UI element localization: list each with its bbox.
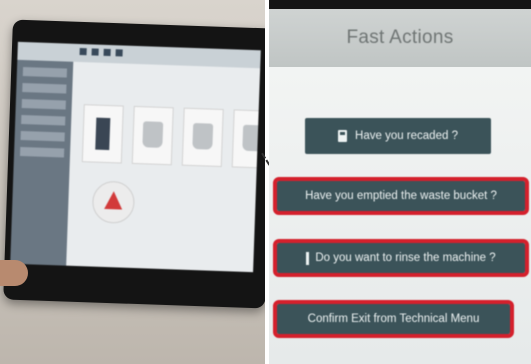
toolbar-icon [115,49,123,57]
screen-main [72,68,261,266]
bucket-card [231,109,261,169]
bucket-icon [142,121,164,148]
machine-card [81,104,124,164]
confirm-exit-button[interactable]: Confirm Exit from Technical Menu [273,300,514,338]
sidebar-row [21,114,66,126]
rinse-machine-label: Do you want to rinse the machine ? [315,252,496,264]
finger [0,260,28,286]
toolbar-icons [79,47,123,57]
fuel-pump-icon [338,130,348,142]
bucket-card [181,107,224,168]
alert-triangle-icon [104,190,123,210]
panel-top-bar [269,0,531,9]
sidebar-row [22,67,68,78]
sidebar-row [20,130,65,142]
bucket-card [131,105,174,166]
machine-icon [95,117,111,151]
bucket-icon [192,122,214,150]
panel-title: Fast Actions [346,27,454,48]
recharged-button[interactable]: Have you recaded ? [305,118,491,154]
waste-bucket-button[interactable]: Have you emptied the waste bucket ? [273,177,529,215]
toolbar-icon [79,47,87,56]
waste-bucket-label: Have you emptied the waste bucket ? [305,190,497,202]
recharged-label: Have you recaded ? [355,130,458,142]
sidebar-row [19,146,65,158]
screen-sidebar [10,59,74,266]
toolbar-icon [91,48,99,56]
power-icon [306,251,310,265]
fast-actions-panel: Fast Actions Have you recaded ? Have you… [269,0,531,364]
panel-header: Fast Actions [269,9,531,67]
rinse-machine-button[interactable]: Do you want to rinse the machine ? [273,239,529,277]
tablet-screen [10,41,261,273]
tablet-photo [0,0,265,364]
sidebar-row [21,99,66,110]
confirm-exit-label: Confirm Exit from Technical Menu [307,313,480,325]
sidebar-row [22,83,67,94]
alert-badge [91,180,136,224]
toolbar-icon [103,48,111,57]
